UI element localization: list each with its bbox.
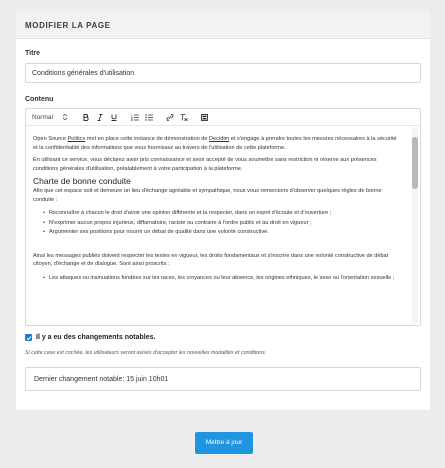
content-heading: Charte de bonne conduite [33,176,131,187]
list-item: Argumenter ses positions pour nourrir un… [43,228,400,238]
bullet-list-icon [144,113,153,121]
content-label: Contenu [25,96,54,103]
page-title: MODIFIER LA PAGE [25,21,111,30]
editor-scrollbar[interactable] [412,127,418,323]
underline-icon [111,114,116,121]
content-paragraph-2: En utilisant ce service, vous déclarez a… [33,157,377,172]
notable-changes-row[interactable]: Il y a eu des changements notables. [25,334,155,341]
updown-chevron-icon [62,114,67,120]
italic-button[interactable] [94,111,105,123]
link-button[interactable] [164,111,175,123]
format-select[interactable]: Normal [32,111,80,123]
underline-button[interactable] [108,111,119,123]
editor-toolbar: Normal [26,109,420,126]
title-label: Titre [25,50,41,57]
clear-format-icon [180,113,188,121]
content-paragraph-1: Open Source Politics met en place cette … [33,136,397,151]
notable-changes-label[interactable]: Il y a eu des changements notables. [36,334,155,341]
edit-page-card: MODIFIER LA PAGE Titre Conditions généra… [16,11,430,410]
ordered-list-button[interactable] [129,111,140,123]
ordered-list-icon [130,113,139,121]
list-item: Les attaques ou insinuations fondées sur… [43,274,400,284]
update-button[interactable]: Mettre à jour [195,432,253,454]
list-item: N'exprimer aucun propos injurieux, diffa… [43,219,400,229]
content-bullet-list-2: Les attaques ou insinuations fondées sur… [43,274,400,284]
bold-button[interactable] [80,111,91,123]
clear-format-button[interactable] [178,111,189,123]
help-text: Si cette case est cochée, les utilisateu… [25,350,267,356]
rich-text-editor[interactable]: Normal Open Source Politics met en place… [25,108,421,326]
title-input[interactable]: Conditions générales d'utilisation [25,63,421,83]
politics-link[interactable]: Politics [68,136,86,142]
decidim-link[interactable]: Decidim [209,136,229,142]
italic-icon [97,113,102,121]
list-item: Reconnaître à chacun le droit d'avoir un… [43,209,400,219]
content-bullet-list: Reconnaître à chacun le droit d'avoir un… [43,209,400,238]
editor-content[interactable]: Open Source Politics met en place cette … [26,126,410,325]
scrollbar-thumb[interactable] [412,137,418,189]
image-icon [201,113,208,121]
link-icon [165,113,174,121]
last-change-field: Dernier changement notable: 15 juin 10h0… [25,367,421,391]
checkmark-icon [26,335,31,340]
image-button[interactable] [199,111,210,123]
card-header: MODIFIER LA PAGE [16,11,430,39]
bullet-list-button[interactable] [143,111,154,123]
content-paragraph-4: Ainsi les messages publiés doivent respe… [33,252,389,268]
format-select-value: Normal [32,113,53,121]
content-paragraph-3: Afin que cet espace soit et demeure un l… [33,187,382,203]
bold-icon [83,113,89,121]
notable-changes-checkbox[interactable] [25,334,32,341]
